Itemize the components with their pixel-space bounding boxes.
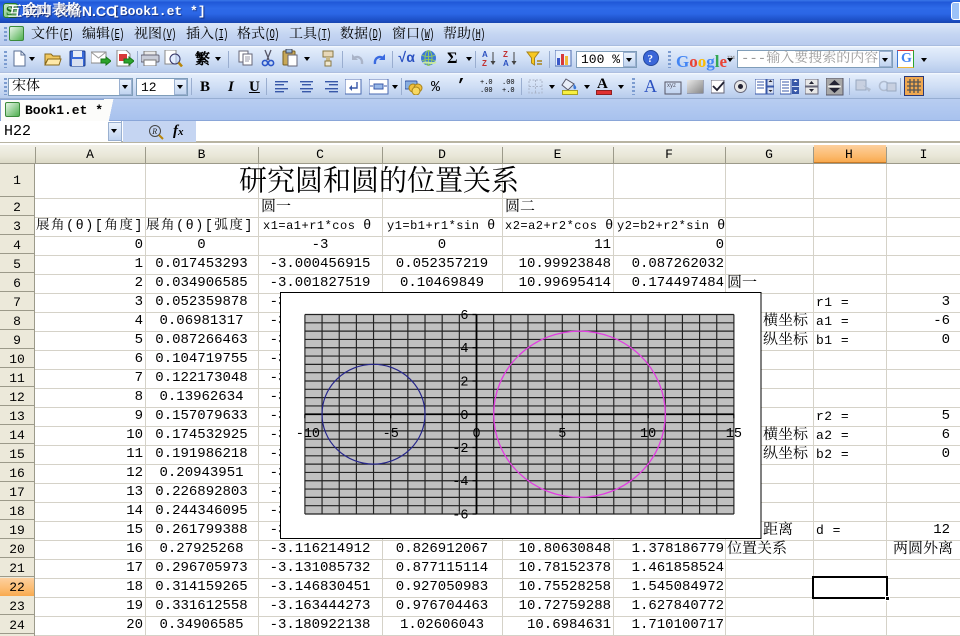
svg-text:-5: -5 <box>383 427 399 442</box>
svg-text:-6: -6 <box>452 509 468 524</box>
svg-text:15: 15 <box>726 427 742 442</box>
svg-text:10: 10 <box>640 427 656 442</box>
svg-text:A: A <box>482 50 488 59</box>
svg-text:-10: -10 <box>296 427 320 442</box>
svg-text:?: ? <box>648 53 654 65</box>
svg-text:A: A <box>503 59 509 67</box>
svg-text:Z: Z <box>503 50 508 59</box>
svg-text:0: 0 <box>460 409 468 424</box>
svg-text:xyz: xyz <box>667 83 676 89</box>
svg-text:-2: -2 <box>452 442 468 457</box>
svg-text:-4: -4 <box>452 475 468 490</box>
svg-text:0: 0 <box>472 427 480 442</box>
svg-text:2: 2 <box>460 376 468 391</box>
svg-text:R: R <box>151 127 157 136</box>
svg-text:6: 6 <box>460 309 468 324</box>
svg-text:4: 4 <box>460 342 468 357</box>
svg-text:Z: Z <box>482 59 487 67</box>
svg-text:5: 5 <box>558 427 566 442</box>
